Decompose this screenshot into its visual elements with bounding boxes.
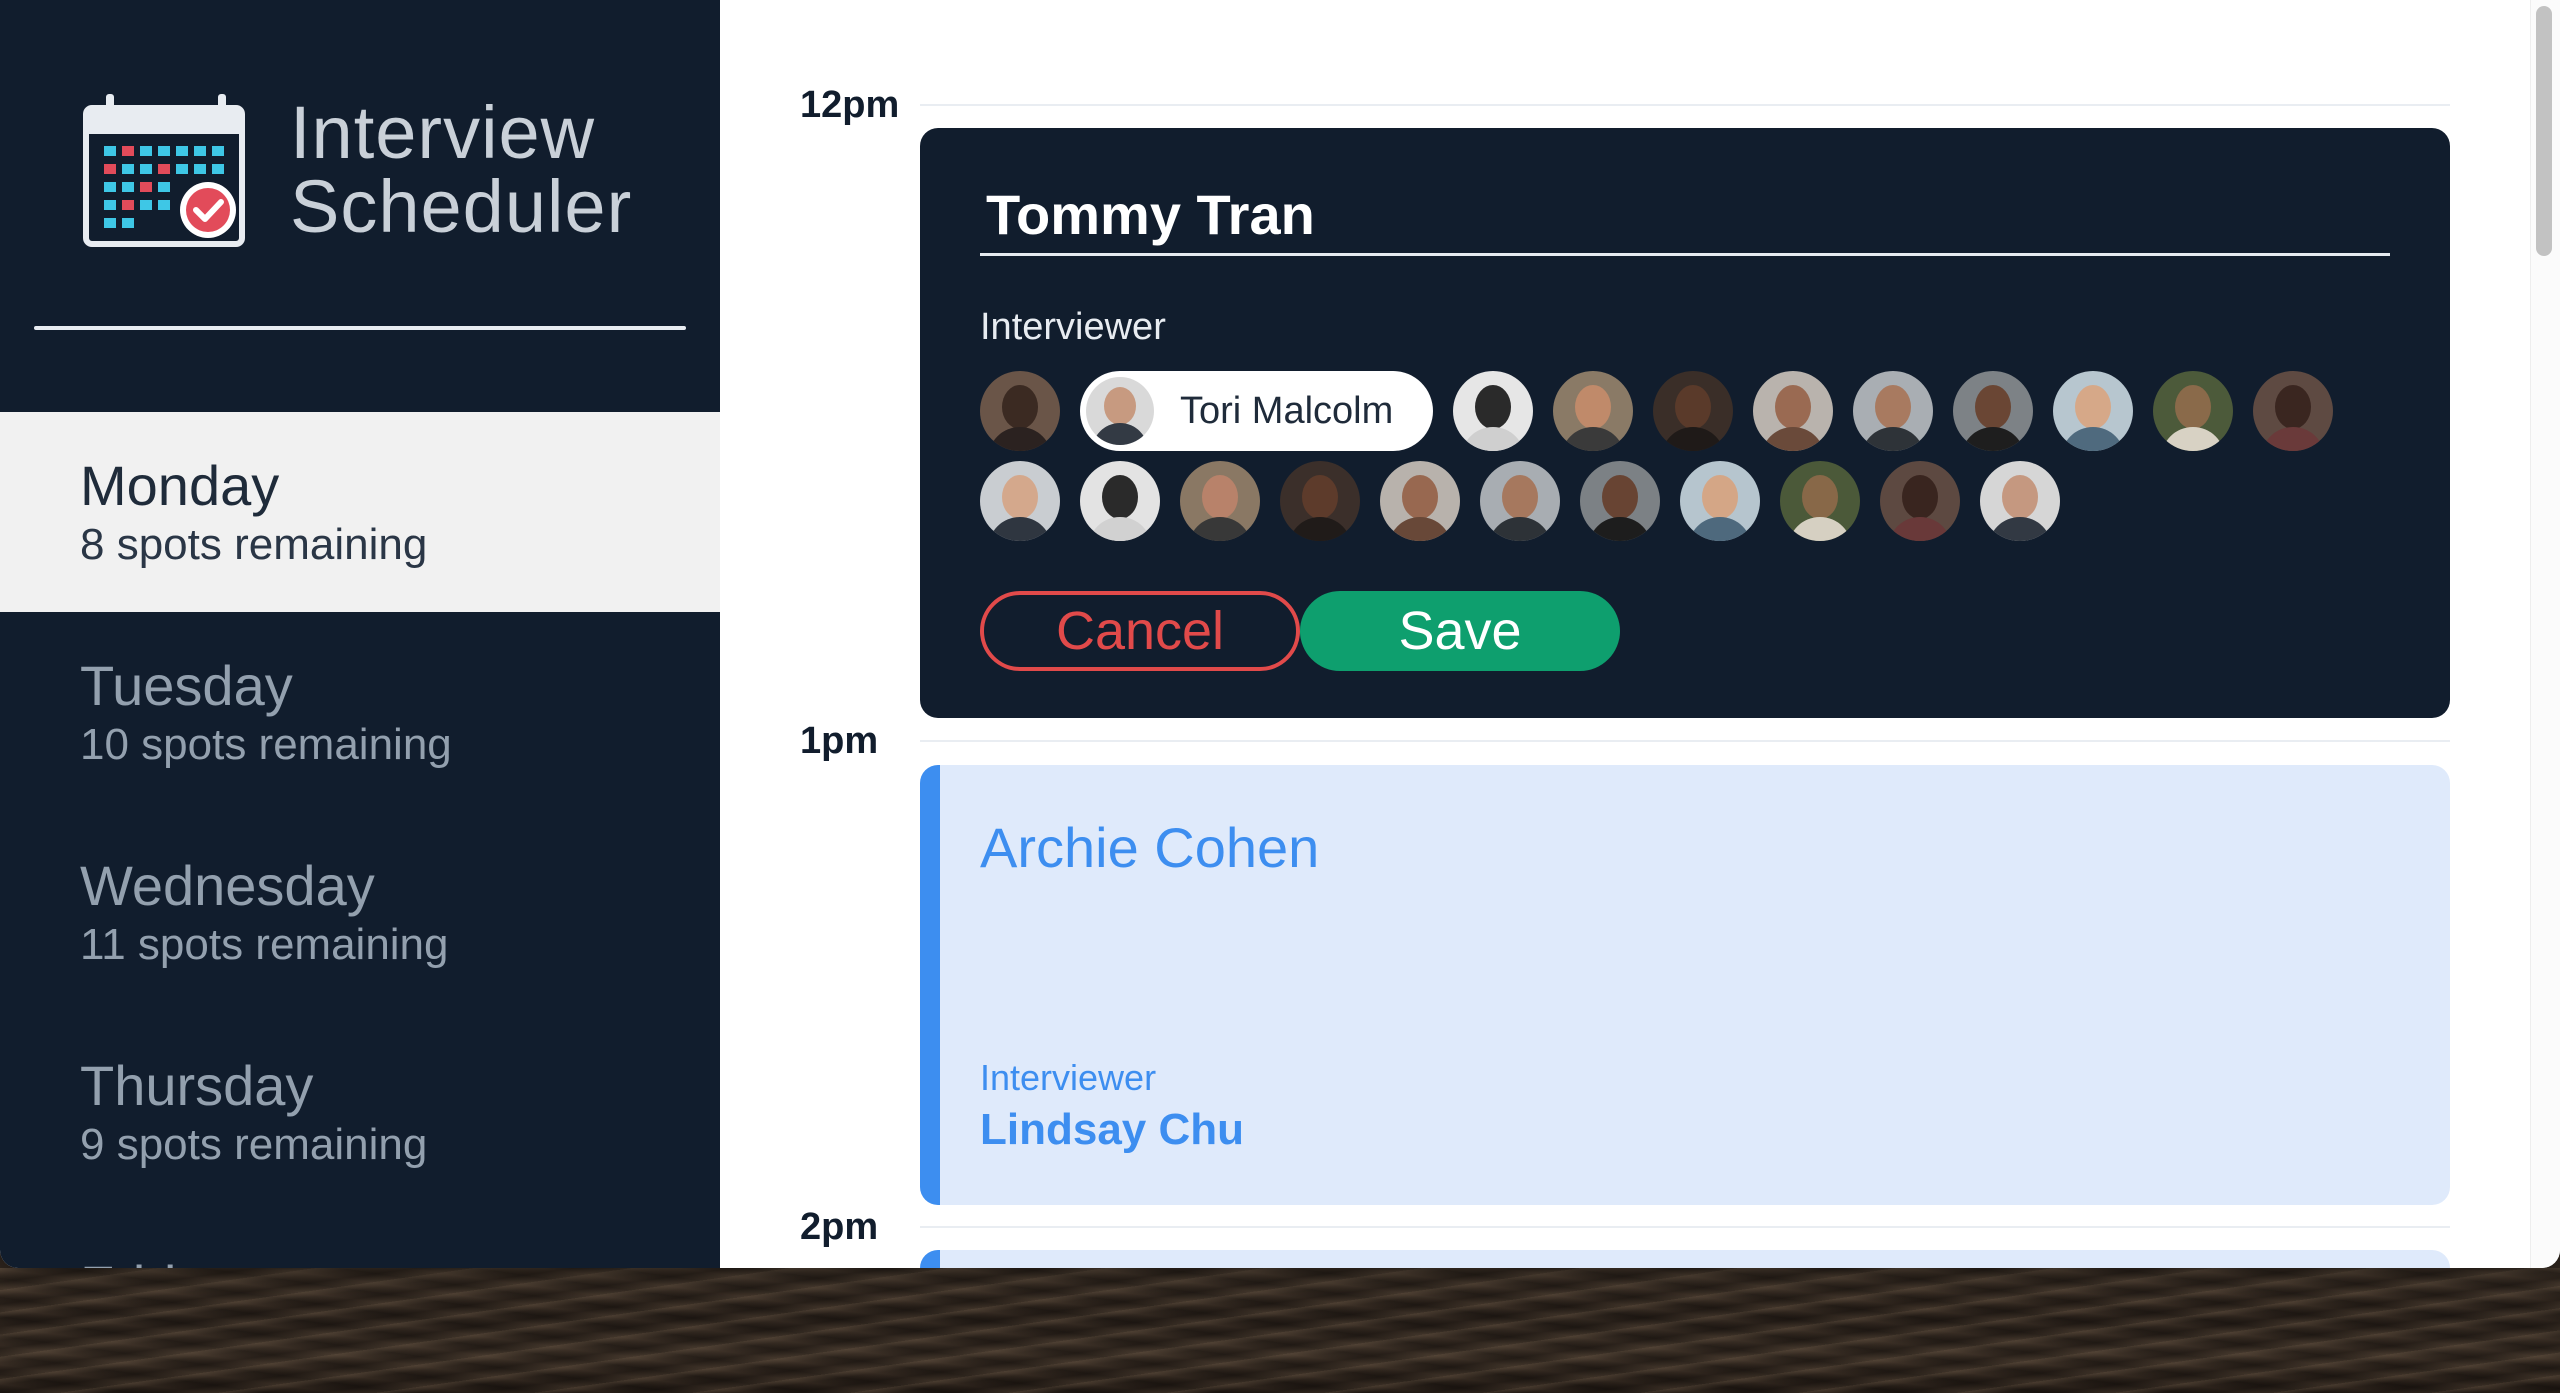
appointment-accent [920,765,940,1205]
hour-label: 2pm [800,1206,879,1248]
interviewer-list: Tori Malcolm [980,371,2420,551]
day-name: Thursday [80,1054,314,1117]
interviewer-avatar[interactable] [1680,461,1760,541]
interviewer-avatar[interactable] [1080,461,1160,541]
day-list: Monday 8 spots remaining Tuesday 10 spot… [0,412,720,1268]
scrollbar-thumb[interactable] [2536,6,2552,256]
day-name: Friday [80,1254,720,1268]
day-name: Monday [80,454,280,517]
interviewer-row: Tori Malcolm [980,371,2420,451]
day-spots: 9 spots remaining [80,1120,428,1169]
interviewer-avatar[interactable] [2053,371,2134,451]
desktop-background [0,1268,2560,1393]
interviewer-avatar[interactable] [1653,371,1734,451]
student-name-input[interactable] [980,176,2390,256]
interviewer-avatar[interactable] [1453,371,1534,451]
interviewer-row [980,461,2420,541]
hour-divider [920,104,2450,106]
hour-divider [920,740,2450,742]
day-item-friday[interactable]: Friday [0,1212,720,1268]
hour-label: 12pm [800,84,900,126]
interviewer-avatar[interactable] [1280,461,1360,541]
interviewer-avatar[interactable] [980,461,1060,541]
app-title-line2: Scheduler [290,165,633,248]
brand: Interview Scheduler [82,90,682,250]
interviewer-avatar[interactable] [1553,371,1634,451]
calendar-check-icon [83,94,245,247]
schedule: 12pm Interviewer Tori Malcolm [720,0,2520,1268]
cancel-button[interactable]: Cancel [980,591,1300,671]
interviewer-avatar[interactable] [1380,461,1460,541]
app-window: Interview Scheduler Monday 8 spots remai… [0,0,2560,1268]
interviewer-selected[interactable]: Tori Malcolm [1080,371,1434,451]
day-spots: 10 spots remaining [80,720,452,769]
day-name: Tuesday [80,654,293,717]
interviewer-avatar[interactable] [2153,371,2234,451]
day-item-thursday[interactable]: Thursday 9 spots remaining [0,1012,720,1212]
interviewer-avatar[interactable] [1753,371,1834,451]
hour-label: 1pm [800,720,879,762]
hour-divider [920,1226,2450,1228]
day-item-monday[interactable]: Monday 8 spots remaining [0,412,720,612]
interviewer-avatar[interactable] [2253,371,2334,451]
appointment-card[interactable]: Archie Cohen Interviewer Lindsay Chu [920,765,2450,1205]
interviewer-avatar[interactable] [1853,371,1934,451]
interviewer-avatar[interactable] [1480,461,1560,541]
interviewer-avatar[interactable] [1953,371,2034,451]
appointment-accent [920,1250,940,1268]
appointment-student: Archie Cohen [980,816,1320,879]
interviewer-avatar [1086,377,1154,445]
interviewer-avatar[interactable] [1180,461,1260,541]
app-title-line1: Interview [290,91,596,174]
day-item-tuesday[interactable]: Tuesday 10 spots remaining [0,612,720,812]
app-title: Interview Scheduler [290,96,632,244]
interviewer-avatar[interactable] [1980,461,2060,541]
appointment-interviewer-label: Interviewer [980,1057,1157,1098]
day-spots: 8 spots remaining [80,520,428,569]
day-item-wednesday[interactable]: Wednesday 11 spots remaining [0,812,720,1012]
sidebar: Interview Scheduler Monday 8 spots remai… [0,0,720,1268]
interviewer-label: Interviewer [980,306,1166,348]
appointment-card[interactable] [920,1250,2450,1268]
interviewer-avatar[interactable] [1580,461,1660,541]
appointment-interviewer: Lindsay Chu [980,1105,1245,1154]
day-spots: 11 spots remaining [80,920,449,969]
interviewer-avatar[interactable] [980,371,1060,451]
sidebar-divider [34,326,686,330]
save-button[interactable]: Save [1300,591,1620,671]
selected-interviewer-name: Tori Malcolm [1180,389,1394,432]
day-name: Wednesday [80,854,375,917]
interviewer-avatar[interactable] [1880,461,1960,541]
interviewer-avatar[interactable] [1780,461,1860,541]
appointment-form: Interviewer Tori Malcolm [920,128,2450,718]
